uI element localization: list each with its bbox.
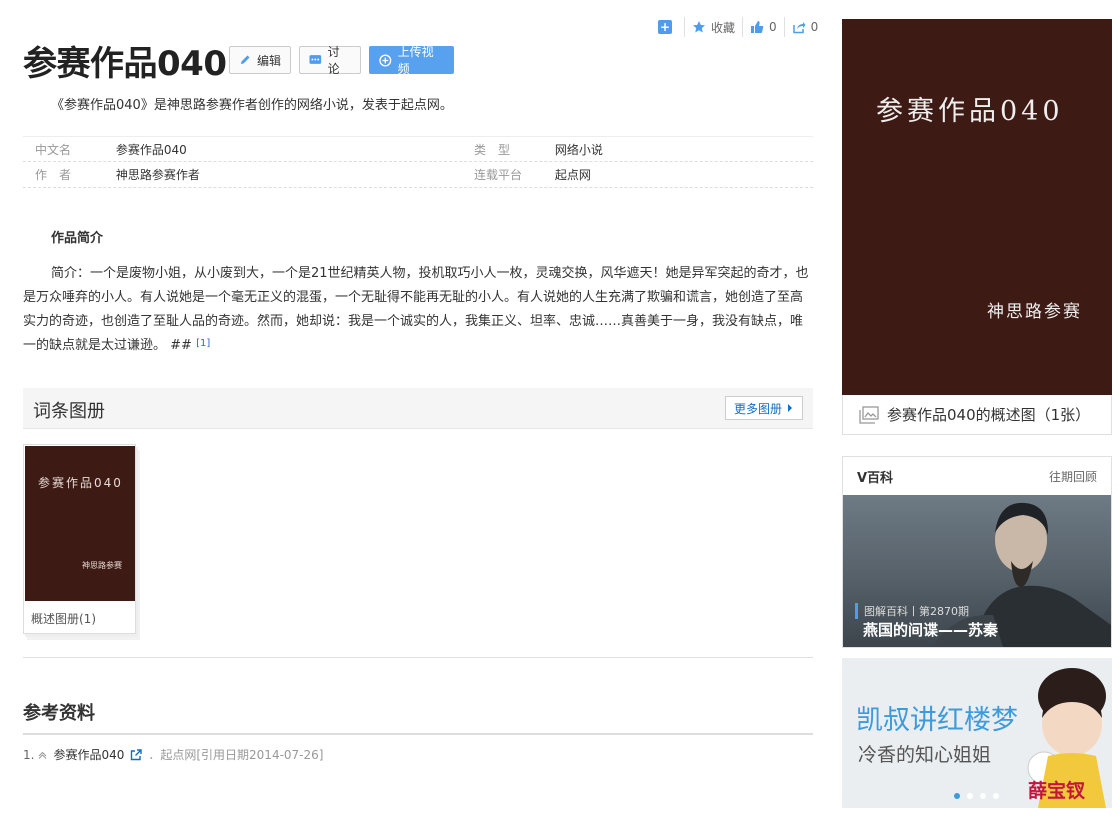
summary-image-caption: 参赛作品040的概述图（1张）: [887, 406, 1091, 424]
reference-link[interactable]: [1]: [196, 338, 210, 349]
edit-label: 编辑: [257, 53, 282, 68]
discuss-label: 讨论: [327, 45, 340, 76]
star-icon: [693, 21, 705, 33]
more-gallery-label: 更多图册: [733, 401, 782, 416]
thumbs-up-icon: [751, 21, 764, 33]
promo-title: 凯叔讲红楼梦: [856, 705, 1018, 736]
info-value: 神思路参赛作者: [115, 168, 200, 182]
share-count: 0: [810, 20, 819, 34]
info-value: 参赛作品040: [115, 142, 187, 157]
plus-icon: +: [658, 20, 672, 34]
gallery-card[interactable]: 参赛作品040 神思路参赛 概述图册(1): [23, 444, 136, 634]
reference-source: ．起点网[引用日期2014-07-26]: [148, 748, 324, 762]
gallery-cover: 参赛作品040 神思路参赛: [25, 446, 135, 601]
collect-label: 收藏: [711, 20, 736, 35]
references-title: 参考资料: [23, 703, 95, 724]
info-key: 类 型: [474, 142, 511, 157]
section-title-summary: 作品简介: [51, 231, 104, 246]
carousel-dots: [954, 793, 999, 799]
info-row: 中文名 参赛作品040 类 型 网络小说: [23, 136, 813, 162]
add-button[interactable]: +: [656, 17, 684, 37]
promo-banner[interactable]: 凯叔讲红楼梦 冷香的知心姐姐 薛宝钗: [842, 658, 1112, 808]
picture-icon: [859, 405, 879, 424]
pencil-icon: [241, 55, 250, 64]
gallery-cover-author: 神思路参赛: [82, 561, 122, 570]
gallery-title: 词条图册: [33, 401, 105, 422]
vbaike-header: V百科 往期回顾: [843, 457, 1111, 495]
carousel-dot[interactable]: [967, 793, 973, 799]
vbaike-panel: V百科 往期回顾 图解百科丨第2870期 燕国的间谍——苏秦: [842, 456, 1112, 648]
like-count: 0: [769, 20, 777, 34]
chat-icon: [309, 55, 322, 64]
more-gallery-button[interactable]: 更多图册: [725, 396, 803, 420]
share-icon: [792, 22, 806, 34]
summary-image-caption-bar[interactable]: 参赛作品040的概述图（1张）: [842, 395, 1112, 435]
references-divider: [23, 733, 813, 735]
caret-up-icon[interactable]: [38, 751, 47, 759]
circle-plus-icon: [379, 54, 392, 66]
external-link-icon[interactable]: [130, 748, 143, 761]
carousel-dot[interactable]: [993, 793, 999, 799]
reference-number: 1.: [23, 747, 35, 762]
vbaike-issue-tag: 图解百科丨第2870期: [855, 603, 969, 619]
edit-button[interactable]: 编辑: [229, 46, 291, 74]
lead-summary: 《参赛作品040》是神思路参赛作者创作的网络小说，发表于起点网。: [51, 98, 453, 113]
reference-link-title[interactable]: 参赛作品040: [53, 746, 124, 763]
carousel-dot[interactable]: [980, 793, 986, 799]
promo-character-name: 薛宝钗: [1028, 780, 1086, 802]
summary-image[interactable]: 参赛作品040 神思路参赛: [842, 19, 1112, 395]
summary-image-title: 参赛作品040: [876, 96, 1064, 127]
gallery-header: 词条图册 更多图册: [23, 388, 813, 429]
divider: [23, 657, 813, 658]
entry-toolbar: + 收藏 0 0: [656, 16, 832, 38]
info-value: 网络小说: [554, 142, 603, 157]
summary-text: 简介：一个是废物小姐，从小废到大，一个是21世纪精英人物，投机取巧小人一枚，灵魂…: [23, 266, 809, 353]
info-key: 中文名: [35, 142, 72, 157]
collect-button[interactable]: 收藏: [684, 17, 742, 37]
info-value: 起点网: [554, 168, 591, 182]
vbaike-issue-title: 燕国的间谍——苏秦: [863, 621, 999, 639]
promo-subtitle: 冷香的知心姐姐: [858, 744, 992, 766]
vbaike-banner[interactable]: 图解百科丨第2870期 燕国的间谍——苏秦: [843, 495, 1111, 647]
basic-info-table: 中文名 参赛作品040 类 型 网络小说 作 者 神思路参赛作者 连载平台 起点…: [23, 136, 813, 188]
discuss-button[interactable]: 讨论: [299, 45, 361, 76]
share-button[interactable]: 0: [783, 17, 826, 37]
carousel-dot[interactable]: [954, 793, 960, 799]
upload-video-label: 上传视频: [397, 45, 434, 76]
info-key: 连载平台: [474, 168, 523, 182]
summary-image-author: 神思路参赛: [987, 302, 1082, 322]
summary-paragraph: 简介：一个是废物小姐，从小废到大，一个是21世纪精英人物，投机取巧小人一枚，灵魂…: [23, 262, 813, 358]
vbaike-history-link[interactable]: 往期回顾: [1049, 468, 1097, 485]
vbaike-title: V百科: [857, 470, 894, 486]
upload-video-button[interactable]: 上传视频: [369, 45, 454, 76]
like-button[interactable]: 0: [742, 17, 784, 37]
page-title: 参赛作品040: [23, 44, 227, 84]
gallery-card-caption: 概述图册(1): [31, 612, 96, 626]
reference-item: 1. 参赛作品040 ．起点网[引用日期2014-07-26]: [23, 746, 323, 763]
caret-right-icon: [788, 404, 792, 412]
gallery-cover-title: 参赛作品040: [38, 476, 123, 490]
info-key: 作 者: [35, 168, 72, 182]
info-row: 作 者 神思路参赛作者 连载平台 起点网: [23, 162, 813, 188]
